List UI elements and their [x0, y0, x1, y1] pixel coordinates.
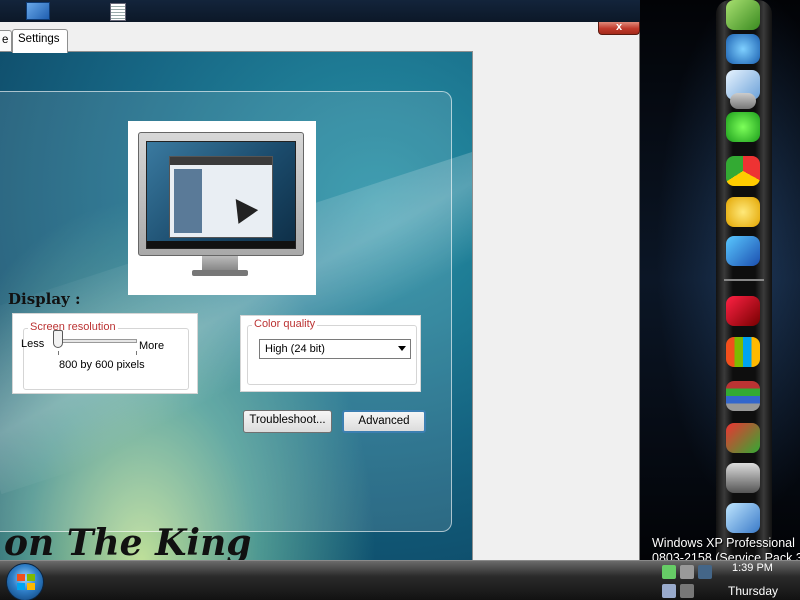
winrar-icon[interactable]: [726, 381, 760, 411]
tab-label: Settings: [18, 33, 60, 45]
browser-orb-icon[interactable]: [726, 34, 760, 64]
color-quality-select[interactable]: High (24 bit): [259, 339, 411, 359]
wrench-icon[interactable]: [726, 503, 760, 533]
slider-tick: [58, 351, 59, 355]
slider-less-label: Less: [21, 338, 45, 350]
smiley-icon[interactable]: [726, 197, 760, 227]
start-button[interactable]: [6, 563, 44, 600]
close-button[interactable]: x: [598, 22, 640, 35]
color-quality-value: High (24 bit): [265, 343, 325, 355]
monitor-base: [192, 270, 248, 276]
wallpaper-caption: on The King: [4, 522, 252, 561]
messenger-icon[interactable]: [730, 93, 756, 109]
desktop-top-strip: [0, 0, 640, 22]
resolution-slider-thumb[interactable]: [53, 330, 63, 348]
application-dock: [716, 0, 772, 560]
toolbox-icon[interactable]: [726, 296, 760, 326]
printer-icon[interactable]: [726, 463, 760, 493]
tab-label: e: [2, 34, 9, 46]
tab-settings[interactable]: Settings: [12, 29, 68, 53]
dock-separator: [724, 279, 764, 281]
color-quality-group: Color quality High (24 bit): [240, 315, 421, 392]
speaker-icon[interactable]: [680, 565, 694, 579]
screen-resolution-legend: Screen resolution: [28, 321, 118, 333]
monitor-icon[interactable]: [726, 0, 760, 30]
preview-window: [169, 156, 273, 238]
cursor-icon: [225, 192, 259, 224]
tools-icon[interactable]: [726, 423, 760, 453]
resolution-slider-track[interactable]: [57, 339, 137, 343]
desktop-notepad-icon[interactable]: [110, 3, 126, 21]
monitor-icon: [138, 132, 304, 256]
color-quality-legend: Color quality: [252, 318, 318, 330]
ie-icon[interactable]: [726, 112, 760, 142]
monitor-stand: [202, 256, 238, 270]
settings-tab-page: on The King Display : Screen resolution: [0, 51, 473, 561]
msn-icon[interactable]: [726, 236, 760, 266]
display-label: Display :: [8, 290, 81, 308]
resolution-value: 800 by 600 pixels: [59, 359, 145, 371]
language-icon[interactable]: [698, 565, 712, 579]
windows-logo-icon: [17, 574, 35, 590]
os-name: Windows XP Professional: [652, 536, 795, 550]
monitor-screen: [146, 141, 296, 249]
slider-tick: [136, 351, 137, 355]
device-tray-icon[interactable]: [680, 584, 694, 598]
screen-resolution-group: Screen resolution Less More 800 by 600 p…: [12, 313, 198, 394]
network-icon[interactable]: [662, 565, 676, 579]
display-properties-window: x e Settings on The King Display: Scree…: [0, 22, 640, 561]
slider-more-label: More: [139, 340, 165, 352]
chevron-down-icon: [398, 346, 406, 351]
display-tray-icon[interactable]: [662, 584, 676, 598]
advanced-button[interactable]: Advanced: [342, 410, 426, 433]
clock-time[interactable]: 1:39 PM: [732, 562, 773, 574]
tab-screen-saver[interactable]: e: [0, 30, 12, 52]
chrome-icon[interactable]: [726, 156, 760, 186]
windows-flag-icon[interactable]: [726, 337, 760, 367]
troubleshoot-button[interactable]: Troubleshoot...: [243, 410, 332, 433]
clock-day: Thursday: [728, 584, 779, 598]
monitor-preview: [128, 121, 316, 295]
preview-taskbar: [147, 241, 295, 248]
desktop-computer-icon[interactable]: [26, 2, 50, 20]
